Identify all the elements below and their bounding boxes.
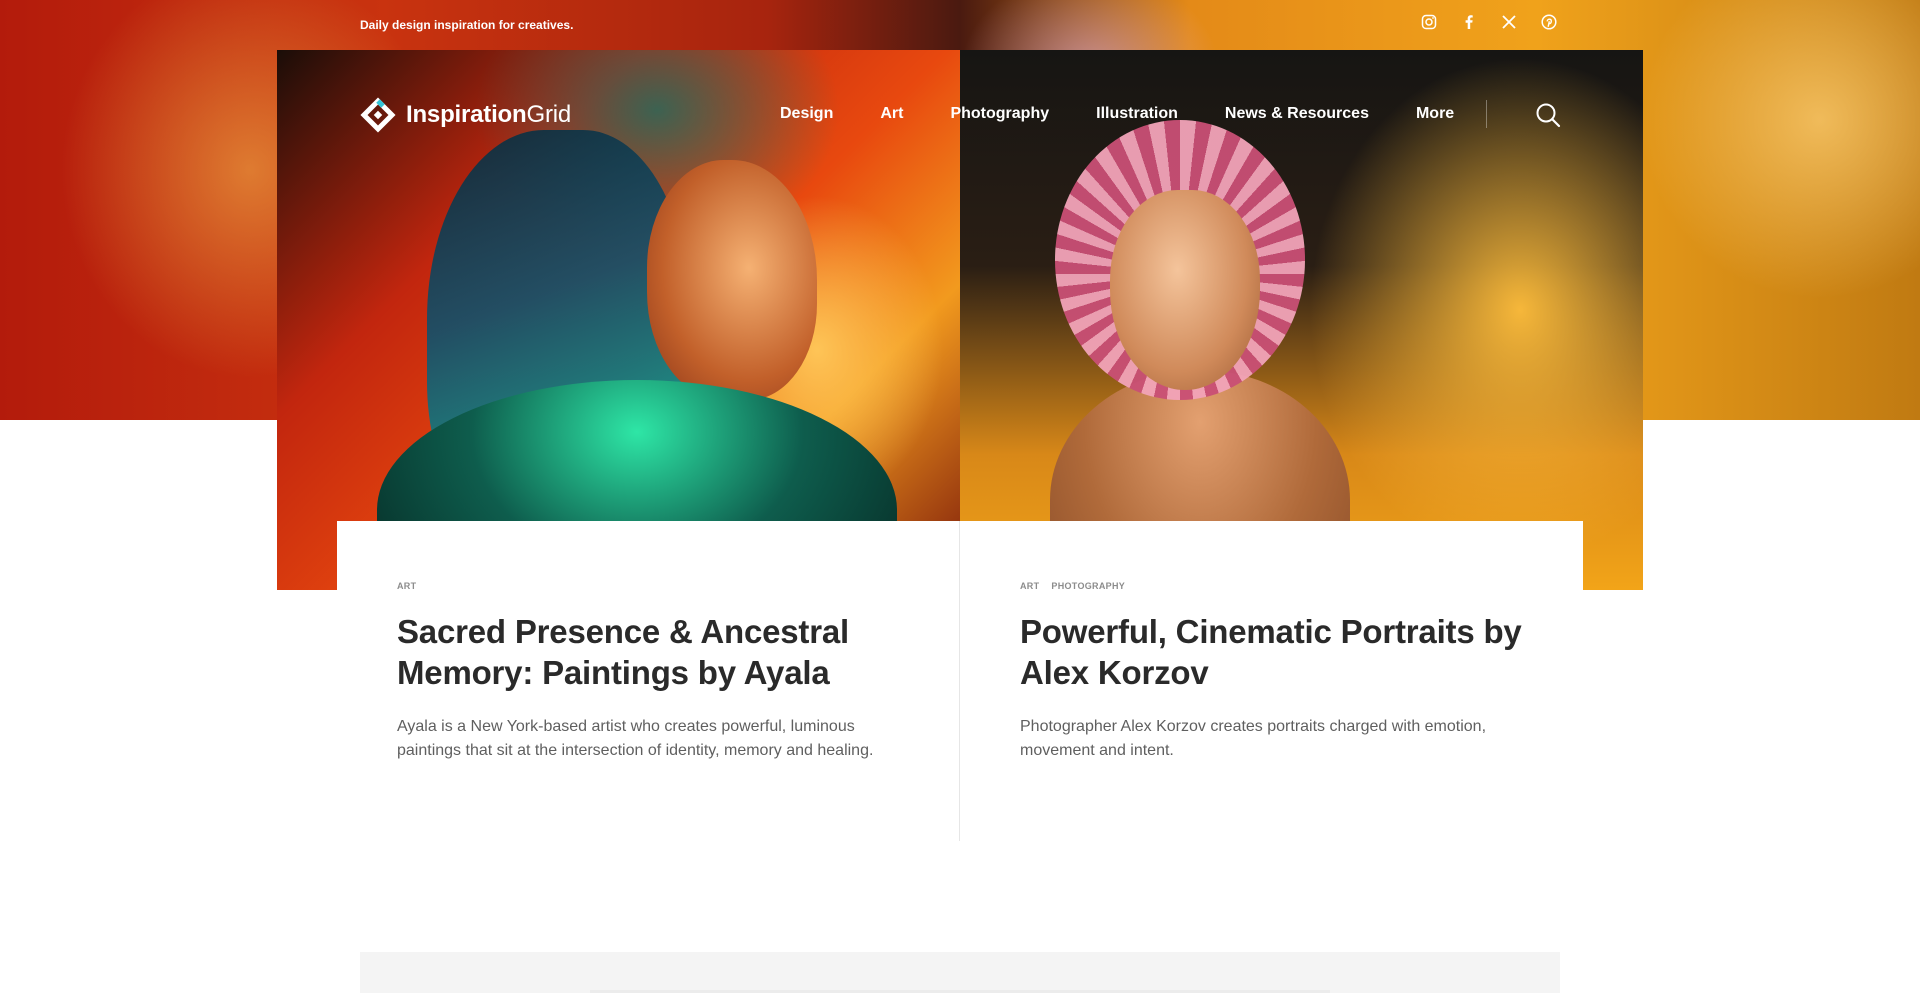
portrait-face-shape: [1110, 190, 1260, 390]
nav-item-photography[interactable]: Photography: [950, 105, 1049, 123]
next-section-placeholder: [360, 952, 1560, 993]
tag-link[interactable]: ART: [397, 581, 416, 591]
facebook-icon[interactable]: [1460, 13, 1478, 31]
tag-link[interactable]: PHOTOGRAPHY: [1051, 581, 1125, 591]
top-bar: Daily design inspiration for creatives.: [0, 0, 1920, 50]
search-icon[interactable]: [1535, 102, 1561, 128]
article-title[interactable]: Powerful, Cinematic Portraits by Alex Ko…: [1020, 611, 1523, 693]
instagram-icon[interactable]: [1420, 13, 1438, 31]
nav-item-art[interactable]: Art: [880, 105, 903, 123]
site-logo[interactable]: InspirationGrid: [360, 97, 571, 133]
logo-wordmark-light: Grid: [526, 101, 572, 128]
social-links: [1420, 13, 1558, 31]
site-tagline: Daily design inspiration for creatives.: [360, 18, 574, 32]
logo-diamond-icon: [360, 97, 396, 133]
logo-wordmark: InspirationGrid: [406, 101, 571, 129]
nav-divider: [1486, 100, 1487, 128]
nav-item-more[interactable]: More: [1416, 105, 1454, 123]
x-twitter-icon[interactable]: [1500, 13, 1518, 31]
article-tags: ART PHOTOGRAPHY: [1020, 581, 1523, 591]
nav-item-design[interactable]: Design: [780, 105, 833, 123]
featured-articles: ART Sacred Presence & Ancestral Memory: …: [337, 521, 1583, 841]
main-header: InspirationGrid Design Art Photography I…: [277, 50, 1643, 180]
article-card[interactable]: ART Sacred Presence & Ancestral Memory: …: [337, 521, 960, 841]
logo-wordmark-bold: Inspiration: [406, 101, 527, 128]
article-tags: ART: [397, 581, 899, 591]
nav-item-illustration[interactable]: Illustration: [1096, 105, 1178, 123]
article-card[interactable]: ART PHOTOGRAPHY Powerful, Cinematic Port…: [960, 521, 1583, 841]
pinterest-icon[interactable]: [1540, 13, 1558, 31]
primary-nav: Design Art Photography Illustration News…: [780, 105, 1454, 123]
article-excerpt: Ayala is a New York-based artist who cre…: [397, 718, 874, 759]
tag-link[interactable]: ART: [1020, 581, 1039, 591]
painting-face-shape: [647, 160, 817, 400]
nav-item-news-resources[interactable]: News & Resources: [1225, 105, 1369, 123]
article-excerpt: Photographer Alex Korzov creates portrai…: [1020, 718, 1487, 759]
article-title[interactable]: Sacred Presence & Ancestral Memory: Pain…: [397, 611, 899, 693]
